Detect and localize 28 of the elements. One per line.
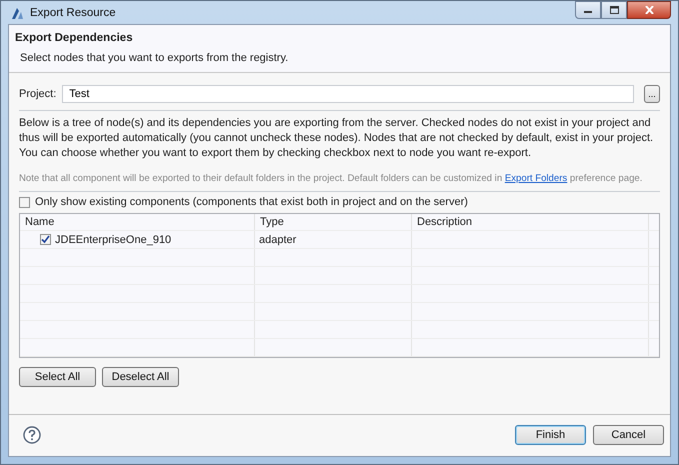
table-cell: JDEEnterpriseOne_910 [55,234,172,246]
project-field[interactable]: Test [62,85,634,103]
description-text: Below is a tree of node(s) and its dependencies you are exporting from the server. Checked nodes do not exist in your project and thus will be exported automatically (you cannot uncheck these nodes). Nodes that are not checked by default, exist in your project. You can choose whether you want to export them by checking checkbox next to node you want re-export. [19,116,654,161]
minimize-button[interactable] [575,1,601,19]
export-folders-link[interactable]: Export Folders [504,173,568,184]
column-header[interactable]: Type [255,214,412,230]
window-title: Export Resource [30,6,116,18]
dialog-button[interactable]: Cancel [593,425,664,445]
page-title: Export Dependencies [15,32,134,44]
table-cell: adapter [259,234,296,246]
help-icon[interactable] [23,426,41,444]
project-label: Project: [19,88,56,100]
page-subtitle: Select nodes that you want to exports from the registry. [20,52,290,64]
note-text: Note that all component will be exported to their default folders in the project. Default folders can be customized in Export Folders preference page. [19,173,644,184]
column-header[interactable]: Name [20,214,255,230]
dialog-button[interactable]: Finish [515,425,586,445]
selection-button[interactable]: Select All [19,367,96,387]
checkbox-label: Only show existing components (components that exist both in project and on the server) [35,196,468,208]
maximize-icon [610,6,618,14]
close-icon [644,6,654,14]
selection-button[interactable]: Deselect All [102,367,179,387]
app-icon [10,6,24,20]
browse-button[interactable]: ... [644,85,660,103]
close-button[interactable] [627,1,671,19]
column-header[interactable]: Description [412,214,649,230]
checkbox[interactable] [19,196,30,208]
checkbox[interactable] [40,234,51,245]
maximize-button[interactable] [601,1,627,19]
